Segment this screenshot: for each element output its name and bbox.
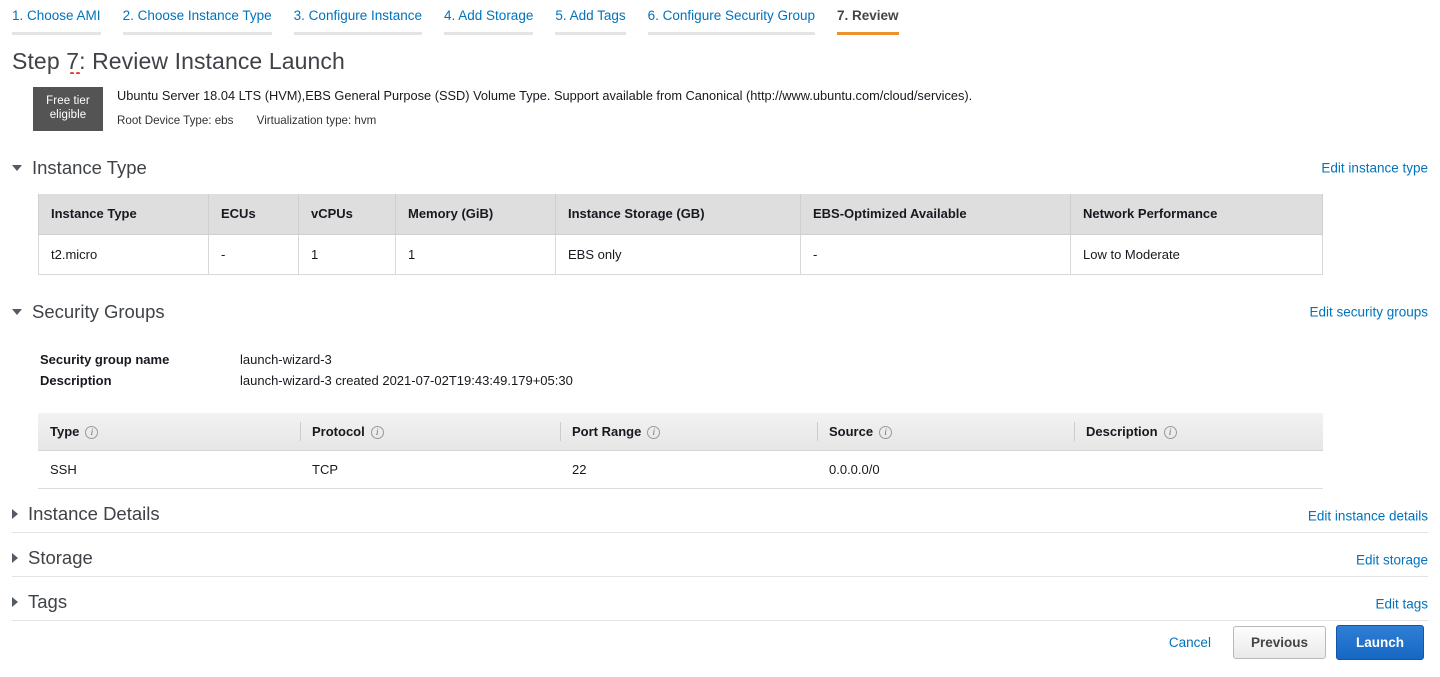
wizard-tab-add-tags[interactable]: 5. Add Tags (555, 8, 626, 35)
page-title-text: Step 7: Review Instance Launch (12, 48, 345, 74)
info-icon[interactable]: i (370, 425, 384, 439)
wizard-tab-choose-instance-type[interactable]: 2. Choose Instance Type (122, 8, 272, 35)
col-memory: Memory (GiB) (395, 194, 556, 235)
wizard-tab-configure-security-group[interactable]: 6. Configure Security Group (647, 8, 815, 35)
security-group-description-row: Description launch-wizard-3 created 2021… (40, 370, 1440, 391)
chevron-down-icon[interactable] (12, 308, 22, 315)
section-header-tags[interactable]: Tags Edit tags (12, 587, 1428, 621)
ami-description: Ubuntu Server 18.04 LTS (HVM),EBS Genera… (117, 88, 973, 103)
security-group-name-row: Security group name launch-wizard-3 (40, 349, 1440, 370)
col-source: Source i (817, 412, 1074, 451)
security-group-name-label: Security group name (40, 351, 170, 367)
col-instance-type: Instance Type (38, 194, 209, 235)
free-tier-badge: Free tier eligible (33, 87, 103, 131)
cell-instance-type: t2.micro (38, 234, 209, 275)
cell-memory: 1 (395, 234, 556, 275)
launch-button[interactable]: Launch (1335, 625, 1424, 660)
cell-port-range: 22 (560, 450, 817, 489)
section-header-security-groups[interactable]: Security Groups Edit security groups (12, 297, 1428, 327)
edit-tags-link[interactable]: Edit tags (1375, 596, 1428, 611)
cell-type: SSH (38, 450, 300, 489)
col-vcpus: vCPUs (298, 194, 396, 235)
table-row: t2.micro - 1 1 EBS only - Low to Moderat… (38, 234, 1323, 275)
previous-button[interactable]: Previous (1232, 626, 1326, 659)
info-icon[interactable]: i (1163, 425, 1177, 439)
section-header-instance-type[interactable]: Instance Type Edit instance type (12, 153, 1428, 183)
wizard-tab-configure-instance[interactable]: 3. Configure Instance (293, 8, 423, 35)
chevron-down-icon[interactable] (12, 165, 22, 171)
chevron-right-icon[interactable] (12, 596, 18, 607)
chevron-right-icon[interactable] (12, 508, 18, 519)
col-port-range: Port Range i (560, 412, 817, 451)
section-title-tags: Tags (28, 590, 68, 612)
security-rules-table: Type i Protocol i Port Range i Source i Desc… (38, 412, 1323, 489)
security-group-name-value: launch-wizard-3 (240, 351, 332, 367)
ami-meta: Root Device Type: ebs Virtualization typ… (117, 104, 972, 127)
table-row: SSH TCP 22 0.0.0.0/0 (38, 450, 1323, 489)
edit-instance-type-link[interactable]: Edit instance type (1321, 161, 1428, 176)
table-header-row: Type i Protocol i Port Range i Source i Desc… (38, 412, 1323, 451)
cell-source: 0.0.0.0/0 (817, 450, 1074, 489)
wizard-tab-review[interactable]: 7. Review (837, 8, 899, 35)
cell-vcpus: 1 (298, 234, 396, 275)
security-group-description-value: launch-wizard-3 created 2021-07-02T19:43… (240, 372, 573, 388)
cell-ecus: - (208, 234, 299, 275)
section-title-instance-details: Instance Details (28, 502, 160, 524)
table-header-row: Instance Type ECUs vCPUs Memory (GiB) In… (38, 194, 1323, 235)
col-type: Type i (38, 412, 300, 451)
col-source-label: Source (829, 423, 874, 439)
edit-security-groups-link[interactable]: Edit security groups (1309, 304, 1428, 319)
info-icon[interactable]: i (647, 425, 661, 439)
edit-instance-details-link[interactable]: Edit instance details (1308, 508, 1428, 523)
ami-text-block: Ubuntu Server 18.04 LTS (HVM),EBS Genera… (103, 87, 972, 131)
chevron-right-icon[interactable] (12, 552, 18, 563)
spellcheck-underline (69, 70, 81, 74)
info-icon[interactable]: i (85, 425, 99, 439)
security-group-description-label: Description (40, 372, 112, 388)
section-header-instance-details[interactable]: Instance Details Edit instance details (12, 499, 1428, 533)
cancel-button[interactable]: Cancel (1169, 635, 1211, 650)
wizard-tab-choose-ami[interactable]: 1. Choose AMI (12, 8, 101, 35)
section-header-storage[interactable]: Storage Edit storage (12, 543, 1428, 577)
edit-storage-link[interactable]: Edit storage (1356, 552, 1428, 567)
wizard-tab-bar: 1. Choose AMI 2. Choose Instance Type 3.… (0, 0, 1440, 35)
col-description: Description i (1074, 412, 1323, 451)
cell-description (1074, 450, 1323, 489)
free-tier-badge-line1: Free tier (46, 95, 90, 107)
security-group-summary: Security group name launch-wizard-3 Desc… (40, 349, 1440, 391)
ami-virtualization-type: Virtualization type: hvm (256, 114, 377, 127)
col-protocol: Protocol i (300, 412, 560, 451)
col-ebs-optimized: EBS-Optimized Available (800, 194, 1071, 235)
footer-actions: Cancel Previous Launch (1169, 625, 1424, 660)
col-ecus: ECUs (208, 194, 299, 235)
free-tier-badge-line2: eligible (49, 109, 87, 121)
cell-instance-storage: EBS only (555, 234, 801, 275)
cell-ebs-optimized: - (800, 234, 1071, 275)
col-network-performance: Network Performance (1070, 194, 1323, 235)
col-protocol-label: Protocol (312, 423, 365, 439)
security-rules-table-wrap: Type i Protocol i Port Range i Source i Desc… (38, 412, 1323, 489)
col-description-label: Description (1086, 423, 1158, 439)
col-instance-storage: Instance Storage (GB) (555, 194, 801, 235)
section-title-instance-type: Instance Type (32, 157, 147, 178)
info-icon[interactable]: i (879, 425, 893, 439)
cell-network-performance: Low to Moderate (1070, 234, 1323, 275)
col-type-label: Type (50, 423, 80, 439)
instance-type-table: Instance Type ECUs vCPUs Memory (GiB) In… (38, 194, 1323, 275)
ami-root-device-type: Root Device Type: ebs (117, 114, 234, 127)
section-title-storage: Storage (28, 546, 93, 568)
wizard-tab-add-storage[interactable]: 4. Add Storage (444, 8, 534, 35)
review-instance-launch-page: 1. Choose AMI 2. Choose Instance Type 3.… (0, 0, 1440, 677)
page-title: Step 7: Review Instance Launch (12, 48, 345, 75)
ami-summary: Free tier eligible Ubuntu Server 18.04 L… (33, 87, 1440, 131)
instance-type-table-wrap: Instance Type ECUs vCPUs Memory (GiB) In… (38, 194, 1323, 275)
section-title-security-groups: Security Groups (32, 300, 165, 322)
cell-protocol: TCP (300, 450, 560, 489)
col-port-range-label: Port Range (572, 423, 642, 439)
